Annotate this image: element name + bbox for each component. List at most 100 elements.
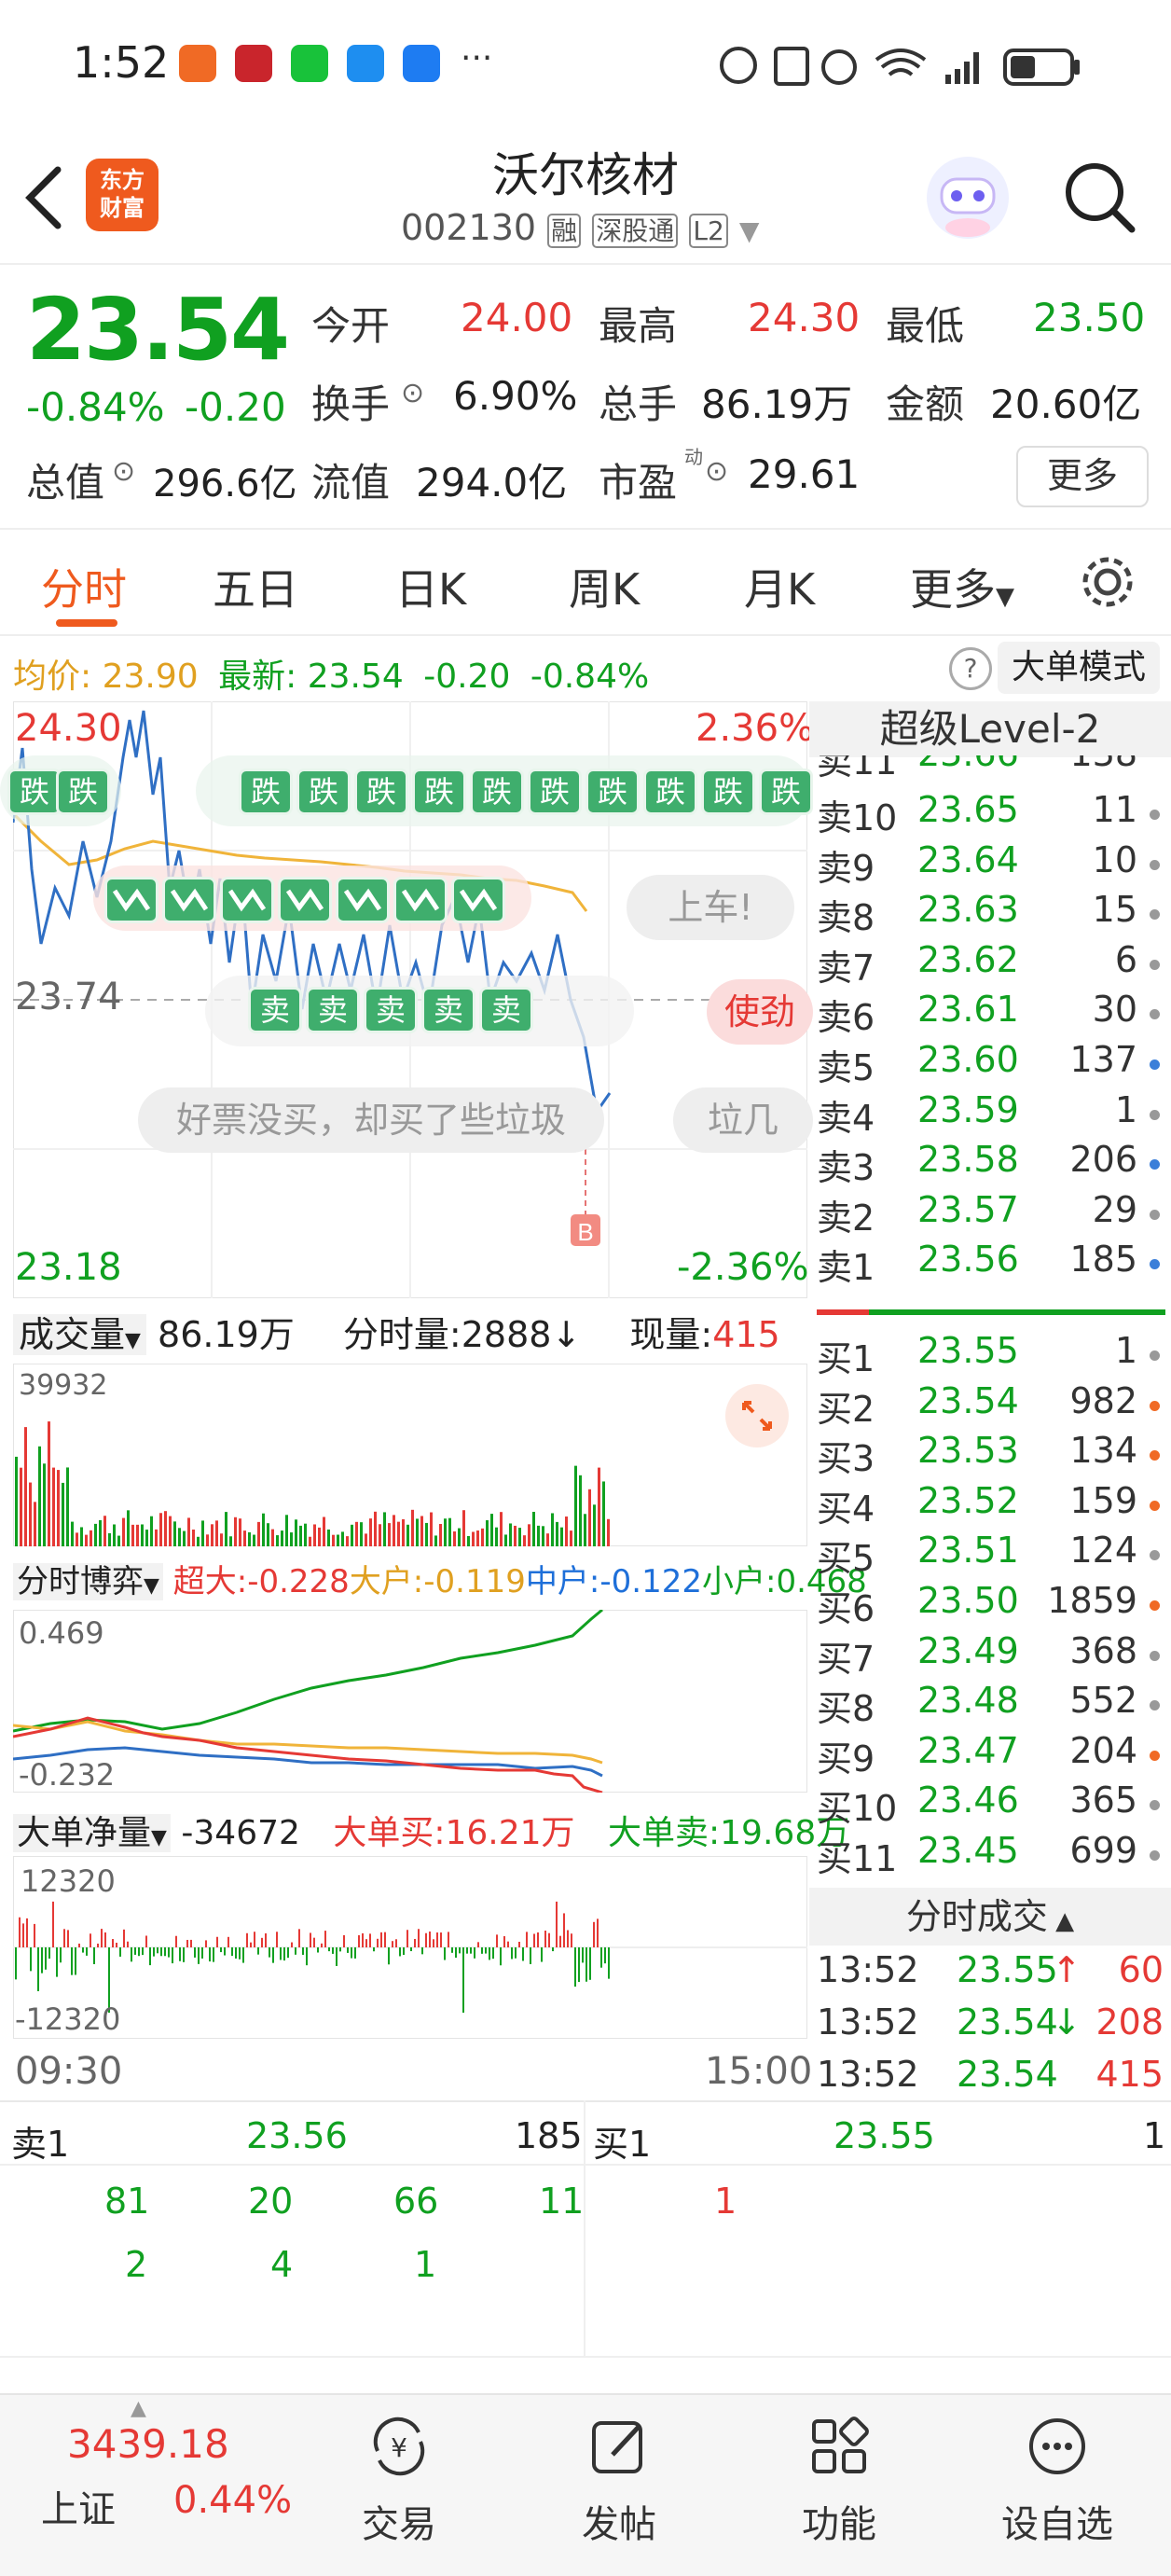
net-bar	[377, 1938, 379, 1947]
search-icon[interactable]	[1061, 159, 1139, 237]
fall-tag[interactable]: 跌	[354, 769, 408, 815]
volume-chart[interactable]	[13, 1364, 807, 1546]
bid-row[interactable]: 买6 23.50 1859	[813, 1580, 1165, 1630]
danmaku-bubble[interactable]: 垃几	[673, 1087, 813, 1153]
index-value[interactable]: 3439.18	[67, 2421, 229, 2467]
ask-row[interactable]: 卖5 23.60 137	[813, 1039, 1165, 1089]
fall-tag[interactable]: 跌	[643, 769, 697, 815]
bid-row[interactable]: 买5 23.51 124	[813, 1530, 1165, 1580]
big-order-net-chart[interactable]	[13, 1856, 807, 2039]
tab-daily-k[interactable]: 日K	[395, 556, 466, 617]
capital-flow-chart[interactable]	[13, 1610, 807, 1793]
volume-selector[interactable]: 成交量▼	[13, 1314, 146, 1355]
trend-down-icon[interactable]	[451, 877, 505, 923]
sell-tag[interactable]: 卖	[248, 987, 302, 1033]
ask-row[interactable]: 卖6 23.61 30	[813, 989, 1165, 1039]
stock-code-row[interactable]: 002130 融 深股通 L2 ▼	[401, 207, 759, 248]
level2-title[interactable]: 超级Level-2	[809, 701, 1171, 757]
help-icon[interactable]: ?	[949, 647, 992, 690]
ask-row[interactable]: 卖9 23.64 10	[813, 839, 1165, 890]
fall-tag[interactable]: 跌	[56, 769, 110, 815]
net-selector[interactable]: 大单净量▼	[13, 1814, 171, 1852]
bid-row[interactable]: 买10 23.46 365	[813, 1780, 1165, 1830]
nav-features[interactable]: 功能	[765, 2414, 914, 2548]
trades-header[interactable]: 分时成交 ▲	[809, 1888, 1171, 1946]
bid-ask-ratio-fill	[817, 1309, 869, 1315]
tab-intraday[interactable]: 分时	[41, 556, 127, 617]
fall-tag[interactable]: 跌	[296, 769, 351, 815]
fall-tag[interactable]: 跌	[470, 769, 524, 815]
danmaku-bubble[interactable]: 上车!	[627, 875, 794, 940]
big-order-mode-button[interactable]: 大单模式	[998, 642, 1160, 694]
nav-post[interactable]: 发帖	[544, 2414, 694, 2548]
ask-row[interactable]: 卖1 23.56 185	[813, 1239, 1165, 1289]
index-name[interactable]: 上证	[41, 2479, 116, 2533]
net-bar	[227, 1936, 229, 1947]
wechat-icon	[291, 45, 328, 82]
game-selector[interactable]: 分时博弈▼	[13, 1563, 163, 1600]
danmaku-bubble[interactable]: 好票没买，却买了些垃圾	[138, 1087, 604, 1153]
sell-tag[interactable]: 卖	[479, 987, 533, 1033]
change-percent: -0.84%	[26, 384, 165, 430]
fall-tag[interactable]: 跌	[701, 769, 755, 815]
tab-weekly-k[interactable]: 周K	[569, 556, 640, 617]
sell-tag[interactable]: 卖	[306, 987, 360, 1033]
nav-trade[interactable]: ¥ 交易	[324, 2414, 474, 2548]
settings-gear-icon[interactable]	[1078, 552, 1137, 612]
info-icon[interactable]: ⊙	[112, 455, 135, 488]
ask-row[interactable]: 卖10 23.65 11	[813, 789, 1165, 839]
ask-qty: 30	[1092, 989, 1137, 1031]
fall-tag[interactable]: 跌	[528, 769, 582, 815]
bid-price: 23.51	[917, 1530, 1019, 1572]
trend-down-icon[interactable]	[104, 877, 158, 923]
fall-tag[interactable]: 跌	[586, 769, 640, 815]
fall-tag[interactable]: 跌	[759, 769, 813, 815]
ask-row[interactable]: 卖4 23.59 1	[813, 1089, 1165, 1140]
bid-row[interactable]: 买9 23.47 204	[813, 1730, 1165, 1780]
index-pct[interactable]: 0.44%	[173, 2479, 292, 2522]
more-button[interactable]: 更多	[1016, 446, 1149, 507]
trend-down-icon[interactable]	[278, 877, 332, 923]
tab-five-day[interactable]: 五日	[213, 556, 298, 617]
fall-tag[interactable]: 跌	[239, 769, 293, 815]
ask-row[interactable]: 卖8 23.63 15	[813, 889, 1165, 939]
volume-bar	[397, 1521, 400, 1546]
fall-tag[interactable]: 跌	[412, 769, 466, 815]
sell-tag[interactable]: 卖	[421, 987, 475, 1033]
open-label: 今开	[311, 303, 391, 349]
net-bar	[492, 1947, 494, 1960]
ask-row[interactable]: 卖7 23.62 6	[813, 939, 1165, 990]
bid-row[interactable]: 买4 23.52 159	[813, 1480, 1165, 1530]
net-bar	[209, 1947, 211, 1962]
trend-down-icon[interactable]	[336, 877, 390, 923]
expand-icon[interactable]	[725, 1384, 789, 1447]
info-icon[interactable]: ⊙	[705, 455, 728, 488]
bid-row[interactable]: 买7 23.49 368	[813, 1630, 1165, 1681]
net-bar	[373, 1947, 375, 1952]
tab-monthly-k[interactable]: 月K	[744, 556, 815, 617]
bid-row[interactable]: 买2 23.54 982	[813, 1380, 1165, 1431]
sell-tag[interactable]: 卖	[364, 987, 418, 1033]
net-bar	[123, 1929, 125, 1947]
trend-down-icon[interactable]	[220, 877, 274, 923]
bid-row[interactable]: 买1 23.55 1	[813, 1330, 1165, 1380]
robot-assistant-icon[interactable]	[923, 153, 1013, 242]
trend-down-icon[interactable]	[393, 877, 448, 923]
expand-up-icon[interactable]: ▲	[131, 2397, 146, 2420]
volume-bar	[593, 1504, 596, 1546]
ask-row[interactable]: 卖3 23.58 206	[813, 1139, 1165, 1189]
volume-bar	[234, 1517, 237, 1546]
trend-down-icon[interactable]	[162, 877, 216, 923]
bid-row[interactable]: 买8 23.48 552	[813, 1680, 1165, 1730]
nav-add-watchlist[interactable]: 设自选	[983, 2414, 1132, 2548]
bid-row[interactable]: 买11 23.45 699	[813, 1830, 1165, 1880]
bid-qty: 159	[1069, 1479, 1137, 1521]
bid-row[interactable]: 买3 23.53 134	[813, 1430, 1165, 1480]
danmaku-bubble[interactable]: 使劲	[707, 979, 813, 1045]
tab-more[interactable]: 更多▼	[910, 556, 1014, 617]
info-icon[interactable]: ⊙	[401, 377, 424, 409]
net-bar	[19, 1917, 21, 1947]
fall-tag[interactable]: 跌	[7, 769, 62, 815]
volume-bar	[271, 1529, 274, 1546]
ask-row[interactable]: 卖2 23.57 29	[813, 1189, 1165, 1240]
